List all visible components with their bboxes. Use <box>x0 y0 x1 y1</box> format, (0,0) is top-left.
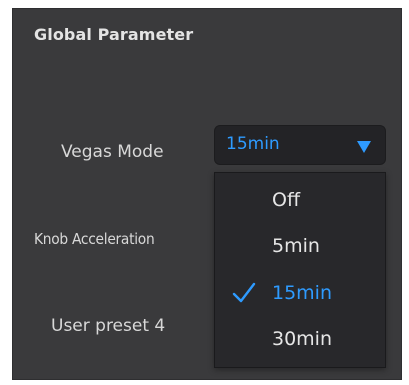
menu-item-15min[interactable]: 15min <box>215 272 385 316</box>
panel-title: Global Parameter <box>34 25 194 44</box>
knob-acceleration-label: Knob Acceleration <box>34 230 155 248</box>
menu-item-off[interactable]: Off <box>215 179 385 223</box>
vegas-mode-dropdown-menu: Off 5min 15min 30min <box>214 172 386 368</box>
menu-item-label: 15min <box>272 282 333 304</box>
menu-item-label: Off <box>272 189 301 211</box>
menu-item-label: 5min <box>272 235 320 257</box>
caret-down-icon <box>357 141 371 153</box>
vegas-mode-label: Vegas Mode <box>61 142 164 162</box>
menu-item-label: 30min <box>272 328 333 350</box>
global-parameter-panel: Global Parameter Vegas Mode Knob Acceler… <box>12 8 402 380</box>
menu-item-5min[interactable]: 5min <box>215 225 385 269</box>
menu-item-30min[interactable]: 30min <box>215 318 385 362</box>
vegas-mode-value: 15min <box>226 134 280 154</box>
vegas-mode-select[interactable]: 15min <box>214 125 386 165</box>
checkmark-icon <box>232 282 256 303</box>
user-preset-label: User preset 4 <box>51 316 166 336</box>
